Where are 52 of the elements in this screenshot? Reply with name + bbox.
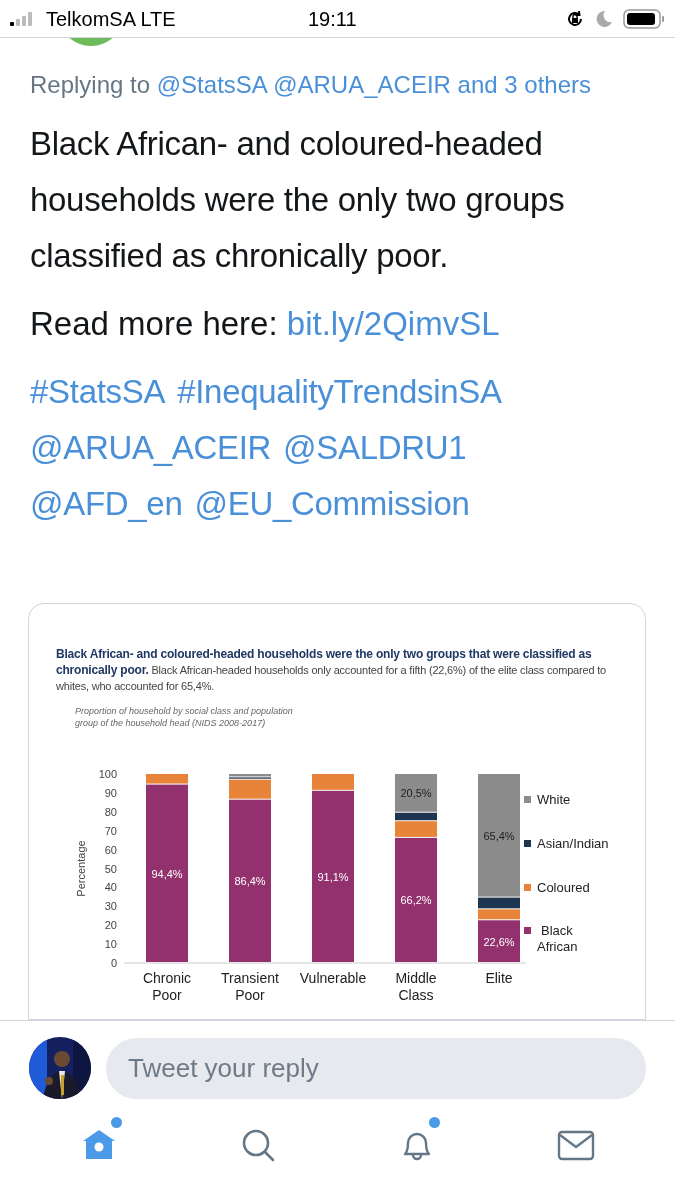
axis-tick-label: 60 (104, 843, 117, 856)
value-label: 20,5% (400, 787, 432, 800)
hashtag-link[interactable]: #StatsSA (30, 364, 166, 420)
hashtag-link[interactable]: #InequalityTrendsinSA (177, 364, 502, 420)
hashtag-link[interactable]: @ARUA_ACEIR (30, 420, 272, 476)
axis-tick-label: 80 (104, 805, 117, 818)
axis-title: Percentage (75, 840, 87, 897)
axis-tick-label: 70 (104, 824, 117, 837)
axis-tick-label: 0 (110, 957, 117, 969)
category-label: Chronic Poor (142, 970, 192, 1003)
category-label: Middle Class (395, 970, 437, 1003)
legend-swatch (524, 927, 531, 934)
value-label: 86,4% (234, 875, 266, 888)
image-card[interactable] (28, 603, 646, 1020)
chart-note: Proportion of household by social class and population group of the household head (NIDS 2008-2017) (75, 705, 294, 729)
hashtag-link[interactable]: @SALDRU1 (283, 420, 467, 476)
value-label: 94,4% (151, 867, 183, 880)
hashtag-link[interactable]: @AFD_en (30, 476, 183, 532)
rotation-lock-icon (565, 8, 585, 29)
axis-tick-label: 100 (98, 768, 117, 780)
read-more-label: Read more here: (30, 305, 278, 342)
value-label: 66,2% (400, 894, 432, 907)
value-label: 65,4% (483, 829, 515, 842)
legend-label: Asian/Indian (537, 836, 609, 851)
category-label: Vulnerable (299, 970, 367, 986)
axis-tick-label: 30 (104, 900, 117, 913)
chart-heading: Black African- and coloured-headed households were the only two groups that were classified as chronically poor. Black African-headed households only accounted for a fifth (22,6%) of the elite class compared to whites, who accounted for 65,4%. (56, 646, 607, 694)
legend-swatch (524, 884, 531, 891)
value-label: 22,6% (483, 935, 515, 948)
axis-tick-label: 20 (104, 919, 117, 932)
replying-to-text: Replying to @StatsSA @ARUA_ACEIR and 3 others (30, 70, 592, 100)
mentions-link[interactable]: @StatsSA @ARUA_ACEIR and 3 others (156, 71, 591, 98)
legend-label: Black African (537, 923, 578, 954)
axis-tick-label: 90 (104, 786, 117, 799)
legend-label: Coloured (537, 880, 590, 895)
moon-icon (595, 9, 613, 28)
value-label: 91,1% (317, 870, 349, 883)
legend-swatch (524, 840, 531, 847)
hashtag-link[interactable]: @EU_Commission (194, 476, 470, 532)
carrier-name: TelkomSA LTE (46, 6, 176, 32)
tweet-text: Black African- and coloured-headed households were the only two groups classified as chronically poor. (30, 124, 566, 276)
category-label: Transient Poor (221, 970, 279, 1003)
clock-time: 19:11 (308, 6, 357, 32)
battery-icon (623, 8, 665, 29)
link[interactable]: bit.ly/2QimvSL (286, 305, 500, 342)
legend-label: White (537, 792, 571, 807)
axis-tick-label: 50 (104, 862, 117, 875)
legend-swatch (524, 796, 531, 803)
reply-field[interactable]: Tweet your reply (106, 1037, 646, 1099)
axis-tick-label: 10 (104, 938, 117, 951)
category-label: Elite (485, 970, 513, 986)
axis-tick-label: 40 (104, 881, 117, 894)
